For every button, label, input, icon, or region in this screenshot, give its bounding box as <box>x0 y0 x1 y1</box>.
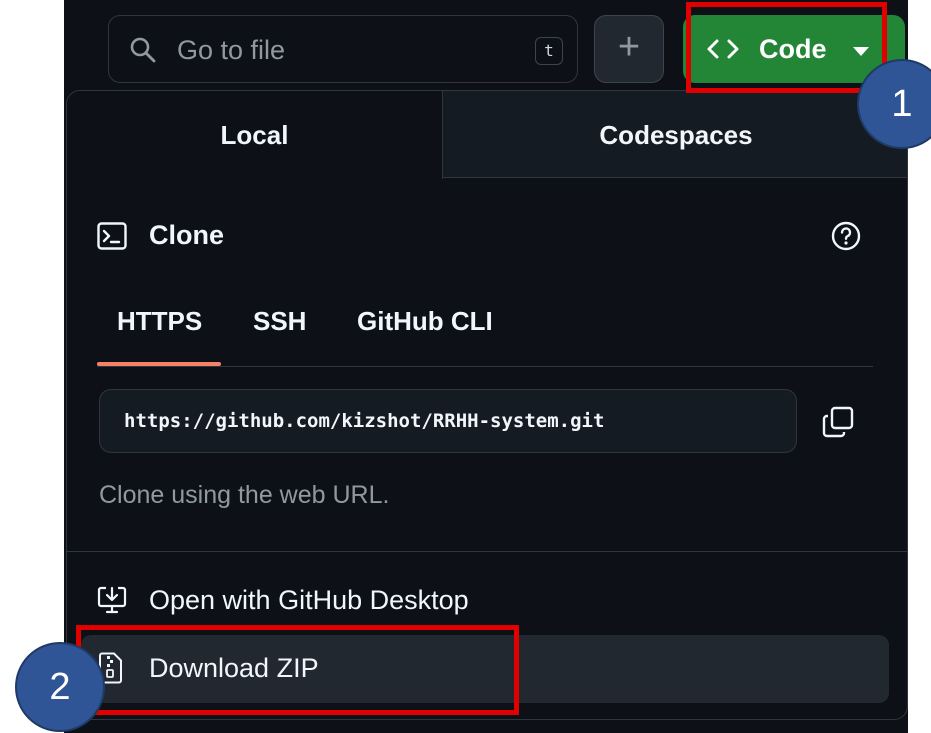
terminal-icon <box>97 222 127 250</box>
copy-icon[interactable] <box>821 405 855 439</box>
dropdown-tabs: Local Codespaces <box>67 91 907 179</box>
clone-header: Clone <box>97 218 877 258</box>
search-input[interactable]: Go to file t <box>108 15 578 83</box>
open-with-github-desktop-item[interactable]: Open with GitHub Desktop <box>81 579 893 627</box>
active-tab-indicator <box>97 362 221 366</box>
tab-codespaces[interactable]: Codespaces <box>443 91 907 178</box>
tab-ssh[interactable]: SSH <box>253 306 306 337</box>
step-badge-2: 2 <box>15 642 105 732</box>
keyboard-shortcut-badge: t <box>535 37 563 65</box>
search-icon <box>130 37 156 63</box>
tab-https[interactable]: HTTPS <box>117 306 202 337</box>
search-placeholder: Go to file <box>177 35 286 65</box>
open-with-github-desktop-label: Open with GitHub Desktop <box>149 585 469 615</box>
clone-url-field[interactable]: https://github.com/kizshot/RRHH-system.g… <box>99 389 797 453</box>
add-file-button[interactable]: + <box>594 15 664 83</box>
annotation-highlight-download-zip <box>76 625 519 715</box>
menu-divider <box>67 551 907 552</box>
protocol-tabs: HTTPS SSH GitHub CLI <box>97 306 873 367</box>
help-icon[interactable] <box>830 220 862 252</box>
annotation-highlight-code-button <box>686 2 887 93</box>
tab-github-cli[interactable]: GitHub CLI <box>357 306 493 337</box>
clone-title: Clone <box>149 220 225 250</box>
tab-local[interactable]: Local <box>67 91 443 179</box>
clone-hint-text: Clone using the web URL. <box>99 481 390 509</box>
desktop-download-icon <box>97 586 127 614</box>
